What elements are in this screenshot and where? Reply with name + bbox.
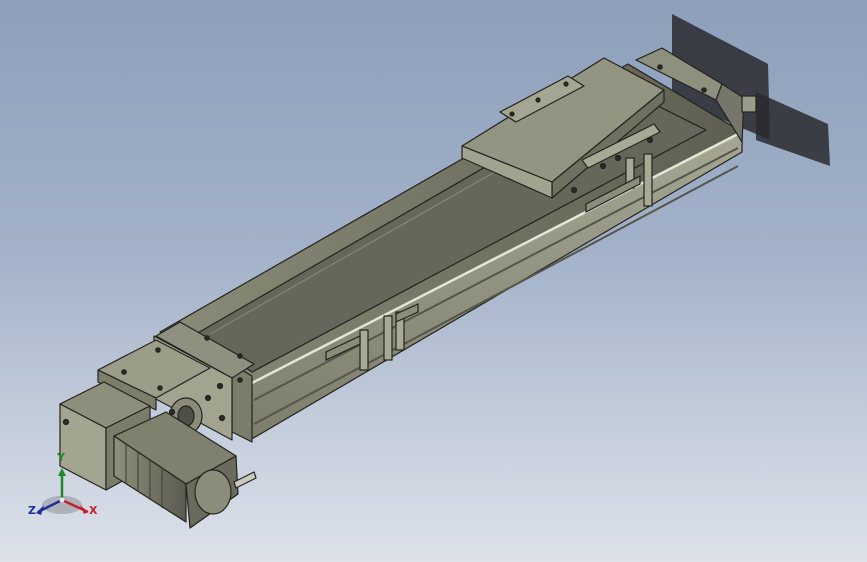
cad-viewport[interactable]: X Y Z: [0, 0, 867, 562]
rail-body[interactable]: [159, 63, 743, 443]
model-canvas[interactable]: [0, 0, 867, 562]
triad-x-label: X: [89, 504, 98, 517]
triad-y-label: Y: [57, 451, 65, 464]
triad-z-label: Z: [28, 504, 36, 517]
